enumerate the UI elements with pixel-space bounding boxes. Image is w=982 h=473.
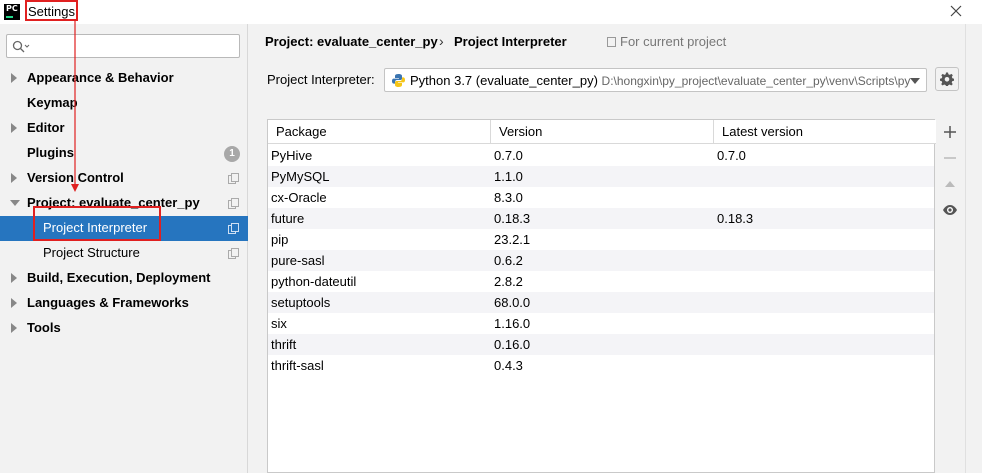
sidebar-item-appearance-behavior[interactable]: Appearance & Behavior xyxy=(0,66,248,91)
packages-table: Package Version Latest version PyHive 0.7… xyxy=(267,119,936,473)
project-scope-icon xyxy=(228,198,239,209)
sidebar-item-editor[interactable]: Editor xyxy=(0,116,248,141)
table-row[interactable]: pip 23.2.1 xyxy=(268,229,934,250)
cell-package: six xyxy=(271,316,287,331)
search-field[interactable] xyxy=(6,34,240,58)
project-scope-icon xyxy=(607,37,616,47)
close-icon[interactable] xyxy=(948,3,964,19)
cell-latest-version: 0.18.3 xyxy=(717,211,754,226)
expand-arrow-icon[interactable] xyxy=(11,123,17,133)
cell-version: 0.4.3 xyxy=(494,358,523,373)
sidebar-item-version-control[interactable]: Version Control xyxy=(0,166,248,191)
cell-package: PyMySQL xyxy=(271,169,330,184)
annotation-box-title xyxy=(25,0,78,21)
cell-package: python-dateutil xyxy=(271,274,357,289)
cell-version: 1.1.0 xyxy=(494,169,523,184)
breadcrumb-separator: › xyxy=(439,33,444,49)
annotation-box-interpreter xyxy=(33,206,161,241)
column-header-latest-version[interactable]: Latest version xyxy=(713,120,934,144)
cell-latest-version: 0.7.0 xyxy=(717,148,746,163)
cell-version: 0.7.0 xyxy=(494,148,523,163)
expand-arrow-icon[interactable] xyxy=(11,323,17,333)
table-row[interactable]: thrift 0.16.0 xyxy=(268,334,934,355)
plugins-update-badge: 1 xyxy=(224,146,240,162)
cell-package: thrift xyxy=(271,337,297,352)
cell-version: 68.0.0 xyxy=(494,295,531,310)
sidebar-item-tools[interactable]: Tools xyxy=(0,316,248,341)
cell-version: 0.16.0 xyxy=(494,337,531,352)
remove-package-button[interactable] xyxy=(936,145,964,171)
search-icon xyxy=(12,40,30,53)
expand-arrow-icon[interactable] xyxy=(11,173,17,183)
table-row[interactable]: future 0.18.3 0.18.3 xyxy=(268,208,934,229)
interpreter-path: D:\hongxin\py_project\evaluate_center_py… xyxy=(601,74,911,88)
eye-icon xyxy=(943,205,957,215)
cell-package: thrift-sasl xyxy=(271,358,324,373)
sidebar-item-languages-frameworks[interactable]: Languages & Frameworks xyxy=(0,291,248,316)
cell-package: pure-sasl xyxy=(271,253,325,268)
project-scope-icon xyxy=(228,223,239,234)
interpreter-select[interactable]: Python 3.7 (evaluate_center_py) D:\hongx… xyxy=(384,68,927,92)
minus-icon xyxy=(944,157,956,159)
table-header: Package Version Latest version xyxy=(268,120,936,144)
table-row[interactable]: PyMySQL 1.1.0 xyxy=(268,166,934,187)
sidebar-item-build-execution-deployment[interactable]: Build, Execution, Deployment xyxy=(0,266,248,291)
add-package-button[interactable] xyxy=(936,119,964,145)
table-row[interactable]: thrift-sasl 0.4.3 xyxy=(268,355,934,376)
gear-icon xyxy=(940,72,954,86)
sidebar-item-plugins[interactable]: Plugins 1 xyxy=(0,141,248,166)
settings-sidebar: Appearance & Behavior Keymap Editor Plug… xyxy=(0,24,248,473)
settings-content: Project: evaluate_center_py › Project In… xyxy=(249,24,982,473)
sidebar-item-keymap[interactable]: Keymap xyxy=(0,91,248,116)
table-row[interactable]: setuptools 68.0.0 xyxy=(268,292,934,313)
cell-package: PyHive xyxy=(271,148,313,163)
expand-arrow-icon[interactable] xyxy=(11,73,17,83)
toolbar-divider xyxy=(965,24,966,473)
show-early-releases-button[interactable] xyxy=(936,197,964,223)
plus-icon xyxy=(944,126,956,138)
project-scope-icon xyxy=(228,173,239,184)
expand-arrow-icon[interactable] xyxy=(11,273,17,283)
cell-version: 1.16.0 xyxy=(494,316,531,331)
table-row[interactable]: python-dateutil 2.8.2 xyxy=(268,271,934,292)
cell-package: pip xyxy=(271,232,289,247)
triangle-up-icon xyxy=(945,181,955,187)
sidebar-item-project-structure[interactable]: Project Structure xyxy=(0,241,248,266)
expand-arrow-icon[interactable] xyxy=(11,298,17,308)
collapse-arrow-icon[interactable] xyxy=(10,200,20,206)
pycharm-logo-icon: PC xyxy=(4,4,20,20)
title-bar: PC Settings xyxy=(0,0,982,24)
column-header-version[interactable]: Version xyxy=(490,120,713,144)
project-scope-icon xyxy=(228,248,239,259)
package-toolbar xyxy=(936,119,964,473)
cell-version: 23.2.1 xyxy=(494,232,531,247)
cell-version: 2.8.2 xyxy=(494,274,523,289)
search-input[interactable] xyxy=(37,37,237,55)
cell-version: 0.18.3 xyxy=(494,211,531,226)
python-icon xyxy=(392,74,405,87)
scope-note: For current project xyxy=(607,34,726,50)
interpreter-label: Project Interpreter: xyxy=(267,72,375,87)
upgrade-package-button[interactable] xyxy=(936,171,964,197)
cell-package: setuptools xyxy=(271,295,331,310)
cell-version: 0.6.2 xyxy=(494,253,523,268)
cell-package: cx-Oracle xyxy=(271,190,327,205)
chevron-down-icon[interactable] xyxy=(910,78,920,84)
interpreter-name: Python 3.7 (evaluate_center_py) xyxy=(410,73,598,88)
column-header-package[interactable]: Package xyxy=(268,120,490,144)
table-row[interactable]: pure-sasl 0.6.2 xyxy=(268,250,934,271)
table-row[interactable]: six 1.16.0 xyxy=(268,313,934,334)
cell-version: 8.3.0 xyxy=(494,190,523,205)
table-row[interactable]: cx-Oracle 8.3.0 xyxy=(268,187,934,208)
interpreter-settings-button[interactable] xyxy=(935,67,959,91)
breadcrumb-project: Project: evaluate_center_py xyxy=(265,34,438,49)
table-row[interactable]: PyHive 0.7.0 0.7.0 xyxy=(268,145,934,166)
page-title: Project Interpreter xyxy=(454,34,567,49)
cell-package: future xyxy=(271,211,305,226)
